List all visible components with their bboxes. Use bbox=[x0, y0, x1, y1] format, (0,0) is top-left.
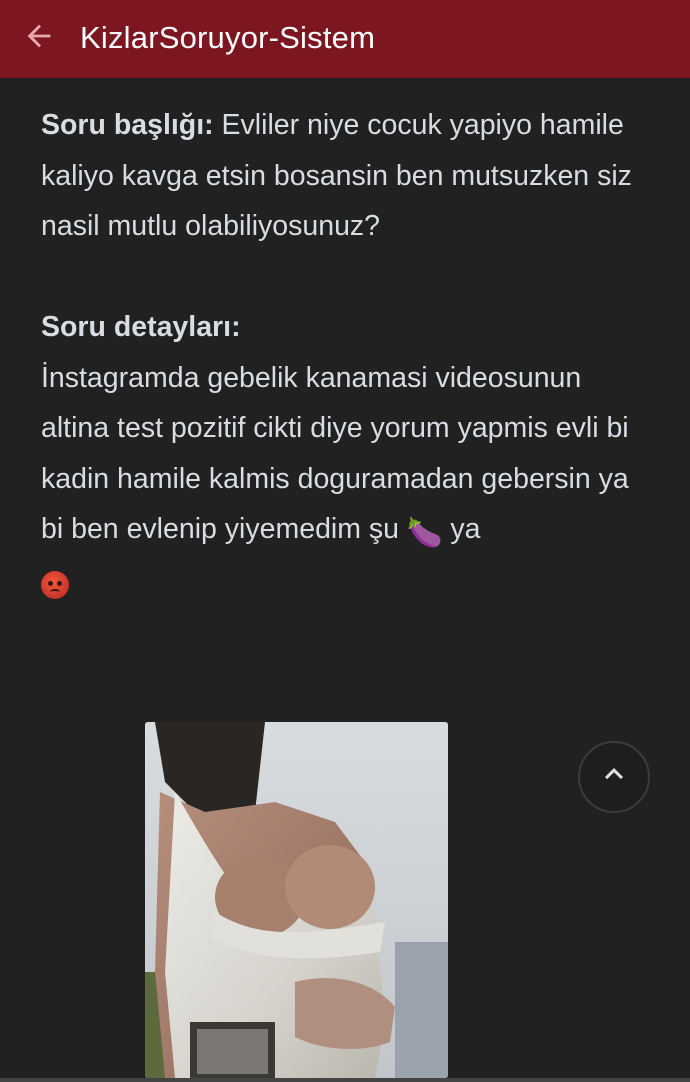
app-title: KizlarSoruyor-Sistem bbox=[80, 20, 376, 55]
app-bar: KizlarSoruyor-Sistem bbox=[0, 0, 690, 78]
angry-face-icon bbox=[41, 570, 69, 599]
question-photo[interactable] bbox=[145, 722, 448, 1078]
question-details-label: Soru detayları: bbox=[41, 311, 241, 343]
question-details-text: İnstagramda gebelik kanamasi videosunun … bbox=[41, 361, 629, 546]
photo-image bbox=[145, 722, 448, 1078]
question-title-paragraph: Soru başlığı: Evliler niye cocuk yapiyo … bbox=[41, 100, 641, 252]
question-details-suffix: ya bbox=[442, 513, 481, 545]
bottom-divider bbox=[0, 1078, 690, 1082]
question-content: Soru başlığı: Evliler niye cocuk yapiyo … bbox=[41, 100, 641, 609]
question-title-label: Soru başlığı: bbox=[41, 109, 214, 141]
arrow-left-icon bbox=[27, 24, 51, 48]
chevron-up-icon bbox=[605, 768, 623, 780]
scroll-to-top-button[interactable] bbox=[578, 741, 650, 813]
eggplant-emoji: 🍆 bbox=[406, 517, 443, 549]
question-details-paragraph: Soru detayları: İnstagramda gebelik kanam… bbox=[41, 302, 641, 609]
back-button[interactable] bbox=[0, 0, 80, 78]
